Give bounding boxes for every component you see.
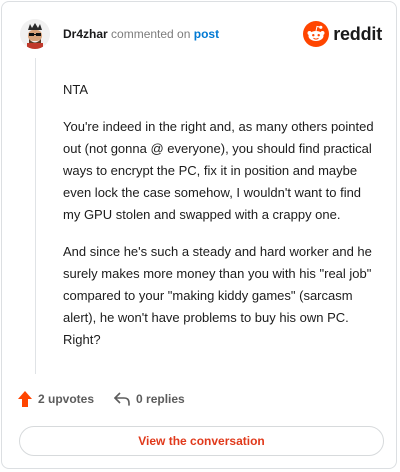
thread-line[interactable] — [35, 58, 36, 374]
comment-card: Dr4zhar commented on post reddit NTA You… — [1, 1, 397, 469]
comment-paragraph: And since he's such a steady and hard wo… — [63, 244, 372, 347]
post-link[interactable]: post — [194, 27, 219, 41]
comment-body: NTA You're indeed in the right and, as m… — [63, 79, 381, 366]
reddit-logo-icon — [303, 21, 330, 47]
commented-on-text: commented on — [111, 27, 191, 41]
reply-action[interactable]: 0 replies — [114, 392, 185, 406]
reddit-logo[interactable]: reddit — [303, 21, 382, 47]
reddit-wordmark: reddit — [333, 23, 382, 44]
comment-actions: 2 upvotes 0 replies — [18, 391, 185, 407]
comment-header: Dr4zhar commented on post — [63, 26, 219, 42]
reply-icon — [114, 392, 130, 406]
comment-paragraph: You're indeed in the right and, as many … — [63, 119, 374, 222]
upvote-count: 2 upvotes — [38, 392, 95, 406]
reply-count: 0 replies — [136, 392, 185, 406]
upvote-action[interactable]: 2 upvotes — [18, 391, 94, 407]
view-conversation-button[interactable]: View the conversation — [19, 426, 384, 456]
username[interactable]: Dr4zhar — [63, 27, 108, 41]
upvote-icon — [18, 391, 32, 407]
avatar[interactable] — [20, 19, 50, 49]
comment-paragraph: NTA — [63, 82, 89, 97]
